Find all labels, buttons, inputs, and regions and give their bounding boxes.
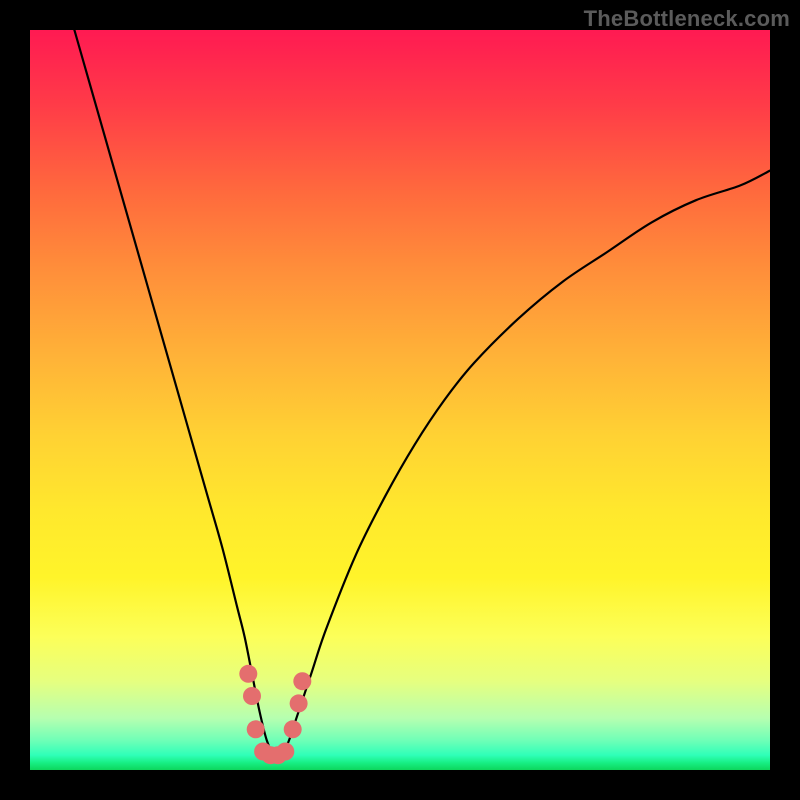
curve-marker — [293, 672, 311, 690]
chart-frame: TheBottleneck.com — [0, 0, 800, 800]
watermark-label: TheBottleneck.com — [584, 6, 790, 32]
bottleneck-curve-svg — [30, 30, 770, 770]
plot-area — [30, 30, 770, 770]
curve-marker — [276, 743, 294, 761]
curve-marker — [247, 720, 265, 738]
bottleneck-curve — [74, 30, 770, 757]
curve-markers — [239, 665, 311, 764]
curve-marker — [290, 694, 308, 712]
curve-marker — [243, 687, 261, 705]
curve-marker — [284, 720, 302, 738]
curve-marker — [239, 665, 257, 683]
